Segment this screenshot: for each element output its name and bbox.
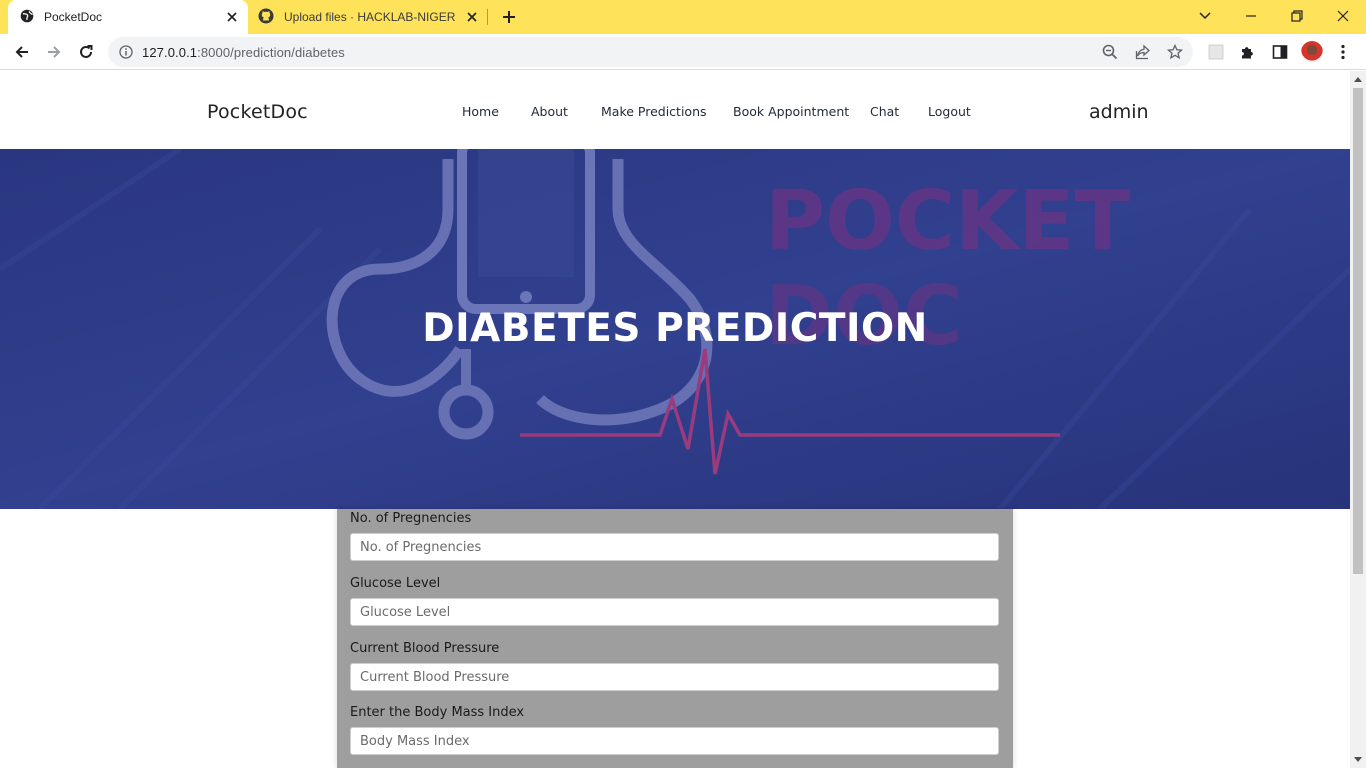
bookmark-star-icon[interactable] xyxy=(1166,43,1184,61)
menu-kebab-icon[interactable] xyxy=(1333,42,1353,62)
hero-banner: POCKET DOC DIABETES PREDICTION xyxy=(0,149,1350,509)
bmi-input[interactable] xyxy=(350,727,999,755)
plus-icon xyxy=(503,11,515,23)
close-tab-icon[interactable] xyxy=(224,9,240,25)
bmi-label: Enter the Body Mass Index xyxy=(350,705,525,720)
glucose-input[interactable] xyxy=(350,598,999,626)
tab-upload-files[interactable]: Upload files · HACKLAB-NIGERIA xyxy=(252,0,488,34)
tab-pocketdoc[interactable]: PocketDoc xyxy=(8,0,248,34)
nav-home[interactable]: Home xyxy=(462,104,499,119)
reload-button[interactable] xyxy=(74,40,98,64)
pregnancies-input[interactable] xyxy=(350,533,999,561)
close-icon xyxy=(1337,10,1349,22)
globe-icon xyxy=(20,9,34,26)
tab-search-button[interactable] xyxy=(1191,3,1219,29)
site-header: PocketDoc Home About Make Predictions Bo… xyxy=(0,71,1350,149)
url-host: 127.0.0.1 xyxy=(142,45,198,60)
arrow-right-icon xyxy=(48,46,61,58)
blood-pressure-label: Current Blood Pressure xyxy=(350,641,500,656)
extensions-puzzle-icon[interactable] xyxy=(1238,42,1258,62)
extension-placeholder-icon[interactable] xyxy=(1206,42,1226,62)
nav-book-appointment[interactable]: Book Appointment xyxy=(733,104,849,119)
blood-pressure-input[interactable] xyxy=(350,663,999,691)
github-icon xyxy=(258,8,274,27)
browser-toolbar: 127.0.0.1:8000/prediction/diabetes xyxy=(0,34,1366,70)
info-icon[interactable] xyxy=(117,43,135,61)
browser-tab-strip: PocketDoc Upload files · HACKLAB-NIGERIA xyxy=(0,0,1366,34)
reload-icon xyxy=(80,45,93,58)
nav-logout[interactable]: Logout xyxy=(928,104,971,119)
chevron-down-icon xyxy=(1199,12,1211,20)
scroll-thumb[interactable] xyxy=(1353,88,1363,574)
hero-bg-word-pocket: POCKET xyxy=(765,174,1131,269)
page-scrollbar[interactable] xyxy=(1350,71,1366,768)
forward-button[interactable] xyxy=(42,40,66,64)
nav-about[interactable]: About xyxy=(531,104,568,119)
back-button[interactable] xyxy=(10,40,34,64)
minimize-icon xyxy=(1246,15,1256,17)
nav-chat[interactable]: Chat xyxy=(870,104,899,119)
url-path: :8000/prediction/diabetes xyxy=(197,45,345,60)
diabetes-form: No. of Pregnencies Glucose Level Current… xyxy=(337,509,1013,768)
close-tab-icon[interactable] xyxy=(464,9,480,25)
share-icon[interactable] xyxy=(1134,43,1152,61)
url-text: 127.0.0.1:8000/prediction/diabetes xyxy=(142,45,345,60)
profile-avatar[interactable] xyxy=(1301,41,1323,63)
zoom-icon[interactable] xyxy=(1101,43,1119,61)
page-viewport: PocketDoc Home About Make Predictions Bo… xyxy=(0,71,1350,768)
side-panel-icon[interactable] xyxy=(1270,42,1290,62)
scroll-down-arrow[interactable] xyxy=(1354,757,1362,762)
close-window-button[interactable] xyxy=(1329,3,1357,29)
scroll-up-arrow[interactable] xyxy=(1354,77,1362,82)
arrow-left-icon xyxy=(15,46,28,58)
restore-icon xyxy=(1291,10,1303,22)
tab-title: Upload files · HACKLAB-NIGERIA xyxy=(284,10,456,24)
current-user: admin xyxy=(1089,101,1149,123)
tab-title: PocketDoc xyxy=(44,10,103,24)
minimize-button[interactable] xyxy=(1237,3,1265,29)
address-bar[interactable]: 127.0.0.1:8000/prediction/diabetes xyxy=(108,37,1193,67)
site-brand[interactable]: PocketDoc xyxy=(207,101,308,123)
page-title: DIABETES PREDICTION xyxy=(422,306,928,351)
glucose-label: Glucose Level xyxy=(350,576,441,591)
new-tab-button[interactable] xyxy=(498,6,520,28)
tab-separator xyxy=(487,9,488,25)
pregnancies-label: No. of Pregnencies xyxy=(350,511,472,526)
restore-button[interactable] xyxy=(1283,3,1311,29)
nav-make-predictions[interactable]: Make Predictions xyxy=(601,104,707,119)
